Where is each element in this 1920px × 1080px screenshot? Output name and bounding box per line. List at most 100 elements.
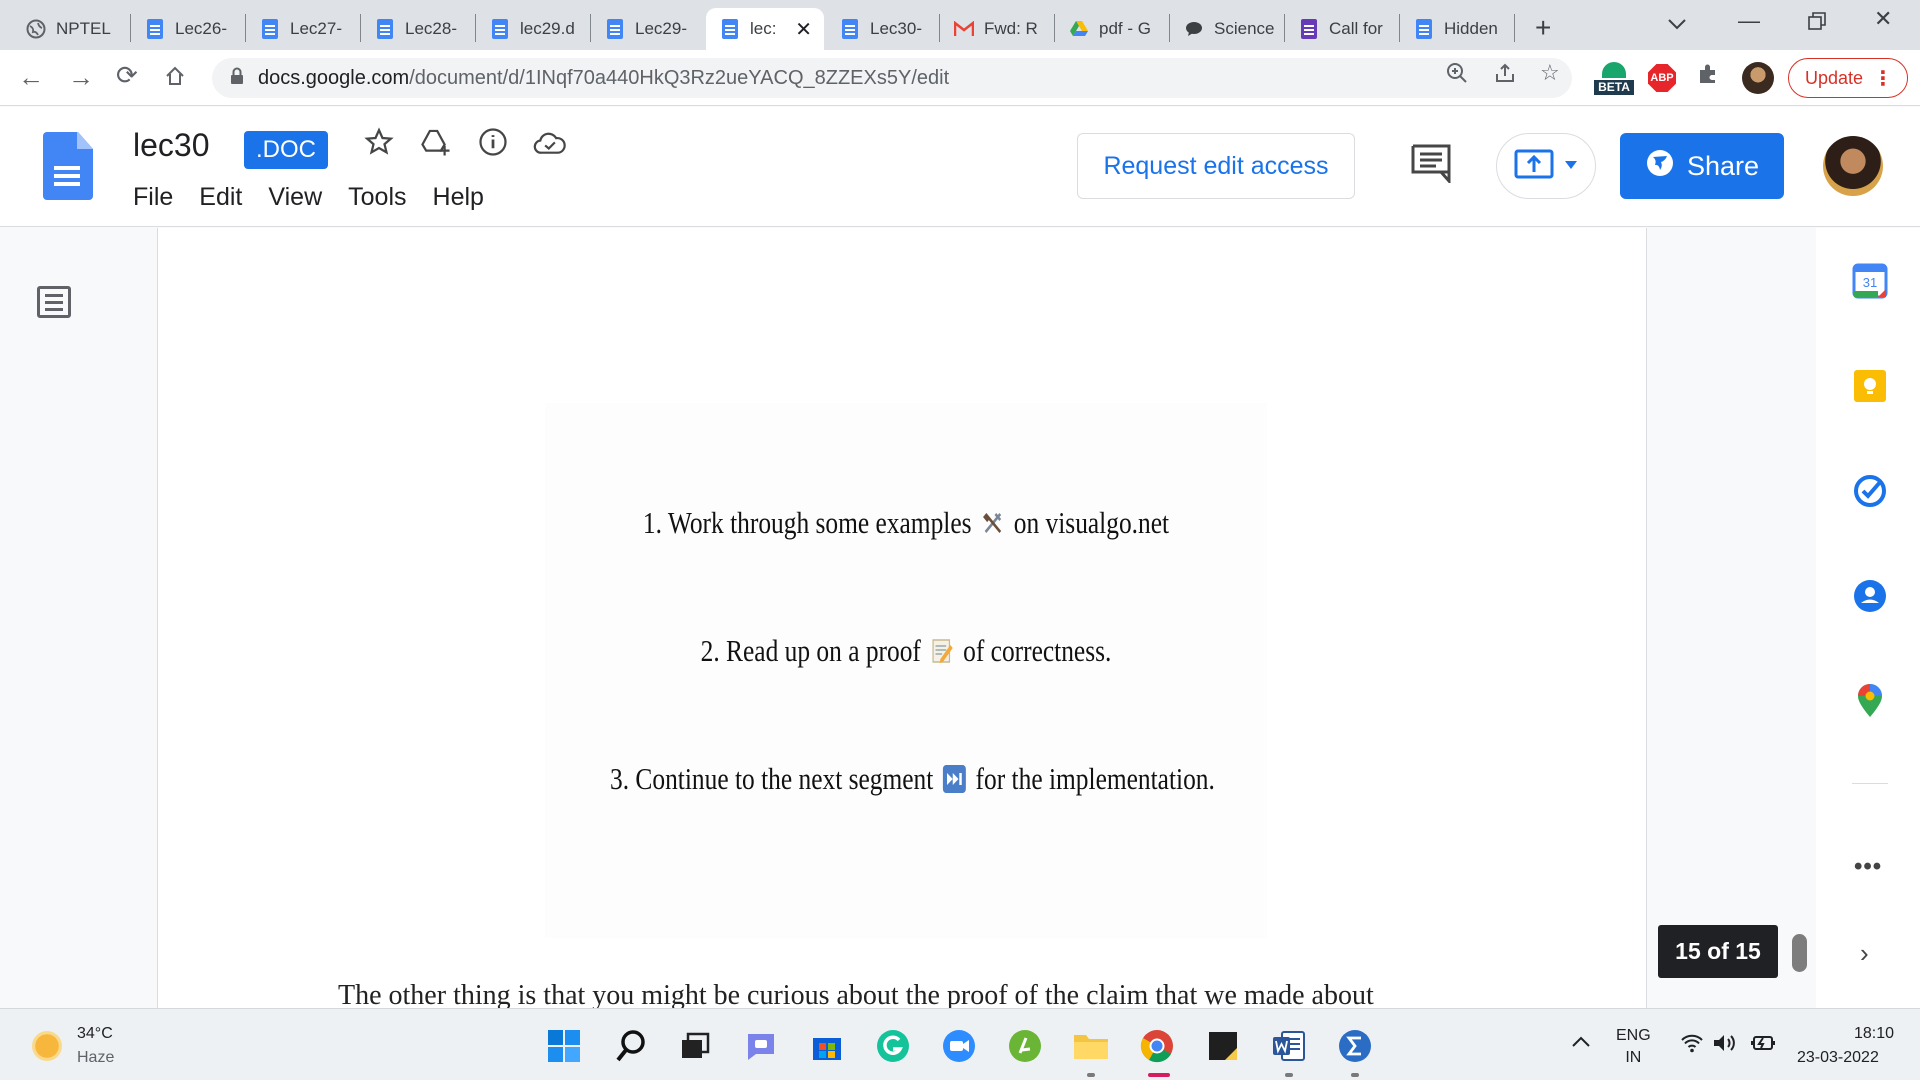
volume-icon[interactable] xyxy=(1712,1033,1738,1058)
google-docs-icon xyxy=(490,19,510,39)
keep-icon[interactable] xyxy=(1852,368,1888,404)
browser-tab-strip: NPTEL Lec26- Lec27- Lec28- lec29.d Lec29… xyxy=(0,0,1920,50)
clock-time[interactable]: 18:10 xyxy=(1854,1025,1894,1043)
new-tab-button[interactable]: + xyxy=(1535,12,1551,44)
more-apps-icon[interactable]: ••• xyxy=(1854,853,1882,881)
gmail-icon xyxy=(954,19,974,39)
chevron-down-icon xyxy=(1564,157,1578,175)
fast-forward-emoji-icon xyxy=(942,765,966,793)
close-window-button[interactable]: ✕ xyxy=(1874,6,1892,32)
present-button[interactable] xyxy=(1496,133,1596,199)
chrome-icon[interactable] xyxy=(1138,1027,1176,1065)
microsoft-store-icon[interactable] xyxy=(808,1027,846,1065)
menu-help[interactable]: Help xyxy=(433,181,496,214)
search-icon[interactable] xyxy=(612,1027,650,1065)
google-docs-icon xyxy=(1414,19,1434,39)
zoom-icon[interactable] xyxy=(1446,62,1468,90)
document-title[interactable]: lec30 xyxy=(133,127,210,164)
wifi-icon[interactable] xyxy=(1680,1033,1704,1058)
info-icon[interactable] xyxy=(478,127,508,162)
share-page-icon[interactable] xyxy=(1494,62,1516,90)
menu-file[interactable]: File xyxy=(133,181,185,214)
beta-extension-icon[interactable]: BETA xyxy=(1594,60,1634,96)
browser-tab[interactable]: Fwd: R xyxy=(940,8,1052,50)
browser-tab[interactable]: pdf - G xyxy=(1055,8,1167,50)
document-page: 1. Work through some examples on visualg… xyxy=(157,228,1647,1008)
clock-date[interactable]: 23-03-2022 xyxy=(1797,1049,1879,1067)
browser-tab[interactable]: Science xyxy=(1170,8,1282,50)
slide-line-2: 2. Read up on a proof of correctness. xyxy=(610,633,1202,669)
bookmark-star-icon[interactable]: ☆ xyxy=(1540,60,1560,86)
google-drive-icon xyxy=(1069,19,1089,39)
minimize-button[interactable]: — xyxy=(1738,8,1760,34)
abp-label: ABP xyxy=(1650,72,1674,84)
tab-search-icon[interactable] xyxy=(1668,10,1686,36)
chevron-right-icon[interactable]: › xyxy=(1860,938,1869,969)
browser-tab[interactable]: Call for xyxy=(1285,8,1397,50)
sticky-notes-icon[interactable] xyxy=(1204,1027,1242,1065)
document-outline-icon[interactable] xyxy=(37,286,71,318)
comments-icon[interactable] xyxy=(1410,143,1452,188)
browser-tab[interactable]: Lec27- xyxy=(246,8,358,50)
math-sigma-icon[interactable] xyxy=(1336,1027,1374,1065)
profile-avatar[interactable] xyxy=(1742,62,1774,94)
lock-icon xyxy=(230,67,244,90)
evernote-like-icon[interactable] xyxy=(1006,1027,1044,1065)
forward-icon[interactable]: → xyxy=(68,62,94,93)
grammarly-icon[interactable] xyxy=(874,1027,912,1065)
tab-title: pdf - G xyxy=(1099,19,1151,38)
browser-tab[interactable]: Lec26- xyxy=(131,8,243,50)
google-docs-icon xyxy=(145,19,165,39)
tab-title: Call for xyxy=(1329,19,1383,38)
star-icon[interactable] xyxy=(364,127,394,162)
extensions-puzzle-icon[interactable] xyxy=(1696,62,1720,93)
contacts-icon[interactable] xyxy=(1852,578,1888,614)
browser-tab-active[interactable]: lec: ✕ xyxy=(706,8,824,50)
tab-title: Lec30- xyxy=(870,19,922,38)
word-icon[interactable] xyxy=(1270,1027,1308,1065)
weather-description: Haze xyxy=(77,1049,115,1066)
request-edit-access-button[interactable]: Request edit access xyxy=(1077,133,1355,199)
share-button[interactable]: Share xyxy=(1620,133,1784,199)
scrollbar-thumb[interactable] xyxy=(1792,934,1807,972)
browser-tab[interactable]: Lec28- xyxy=(361,8,473,50)
browser-tab[interactable]: Lec30- xyxy=(826,8,938,50)
weather-sun-icon[interactable] xyxy=(32,1031,62,1061)
maps-icon[interactable] xyxy=(1852,683,1888,719)
account-avatar[interactable] xyxy=(1823,136,1883,196)
browser-toolbar: ← → ⟳ docs.google.com/document/d/1INqf70… xyxy=(0,50,1920,106)
side-panel-divider xyxy=(1852,783,1888,784)
back-icon[interactable]: ← xyxy=(18,62,44,93)
home-icon[interactable] xyxy=(164,63,186,94)
browser-tab[interactable]: Hidden xyxy=(1400,8,1512,50)
restore-button[interactable] xyxy=(1808,10,1826,36)
adblock-plus-icon[interactable]: ABP xyxy=(1648,64,1676,92)
move-to-drive-icon[interactable] xyxy=(420,127,452,162)
language-indicator[interactable]: ENG IN xyxy=(1616,1025,1651,1069)
close-tab-icon[interactable]: ✕ xyxy=(795,17,812,42)
calendar-day: 31 xyxy=(1863,275,1877,290)
reload-icon[interactable]: ⟳ xyxy=(116,60,138,91)
browser-tab[interactable]: lec29.d xyxy=(476,8,588,50)
page-counter: 15 of 15 xyxy=(1658,925,1778,978)
update-button[interactable]: Update ⋮ xyxy=(1788,58,1908,98)
zoom-app-icon[interactable] xyxy=(940,1027,978,1065)
tasks-icon[interactable] xyxy=(1852,473,1888,509)
menu-tools[interactable]: Tools xyxy=(348,181,418,214)
google-docs-logo[interactable] xyxy=(43,132,93,200)
browser-tab[interactable]: NPTEL xyxy=(12,8,130,50)
calendar-icon[interactable]: 31 xyxy=(1852,263,1888,299)
chevron-up-icon[interactable] xyxy=(1572,1031,1590,1054)
windows-start-icon[interactable] xyxy=(545,1027,583,1065)
file-explorer-icon[interactable] xyxy=(1072,1027,1110,1065)
menu-edit[interactable]: Edit xyxy=(199,181,254,214)
browser-tab[interactable]: Lec29- xyxy=(591,8,703,50)
teams-chat-icon[interactable] xyxy=(742,1027,780,1065)
address-bar[interactable]: docs.google.com/document/d/1INqf70a440Hk… xyxy=(212,58,1572,98)
battery-icon[interactable] xyxy=(1750,1033,1776,1058)
google-docs-icon xyxy=(720,19,740,39)
task-view-icon[interactable] xyxy=(676,1027,714,1065)
menu-view[interactable]: View xyxy=(268,181,334,214)
language-line-1: ENG xyxy=(1616,1027,1651,1044)
cloud-status-icon[interactable] xyxy=(533,129,567,162)
